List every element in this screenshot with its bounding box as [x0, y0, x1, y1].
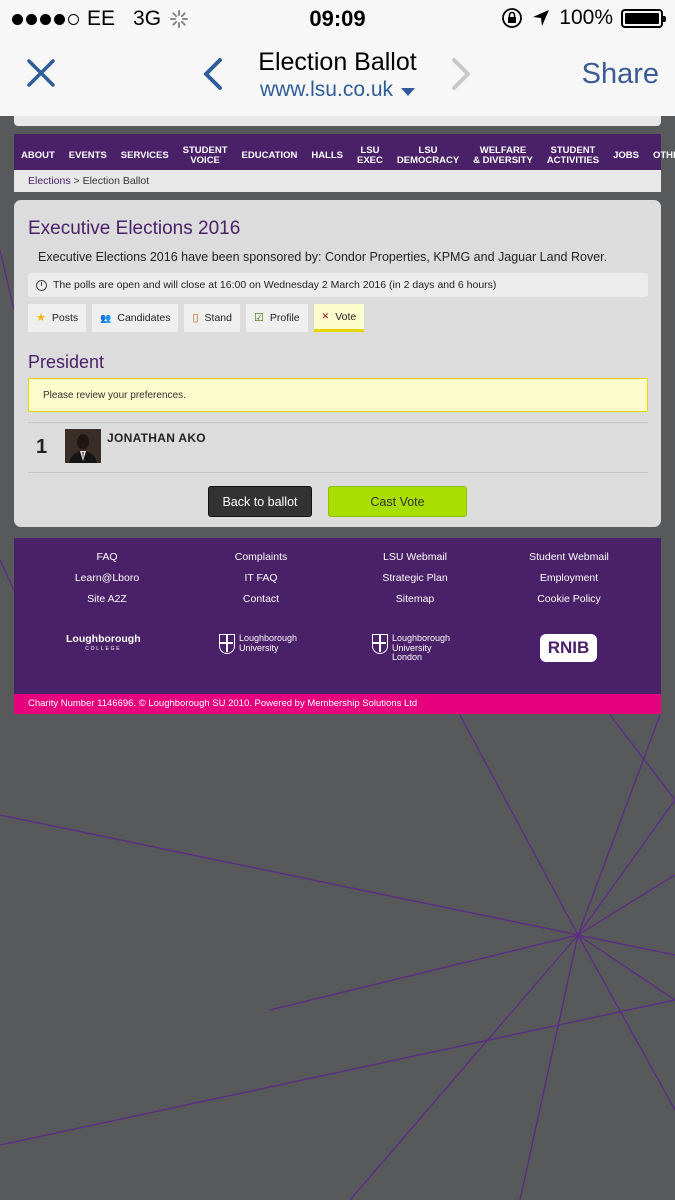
loughborough-university-logo[interactable]: Loughborough University [219, 633, 298, 654]
tab-stand[interactable]: ▯ Stand [184, 304, 240, 332]
url-label: www.lsu.co.uk [259, 78, 394, 101]
tab-label: Vote [335, 310, 357, 323]
loughborough-university-london-logo[interactable]: Loughborough University London [372, 633, 451, 663]
header-strip [14, 116, 661, 126]
tab-profile[interactable]: ☑ Profile [246, 304, 308, 332]
preference-number: 1 [36, 436, 48, 458]
nav-item-about[interactable]: ABOUT [14, 151, 62, 161]
election-title: Executive Elections 2016 [28, 218, 241, 239]
logo-text: University [239, 642, 279, 653]
footer-links: FAQ Learn@Lboro Site A2Z Complaints IT F… [14, 551, 661, 605]
divider [28, 472, 648, 473]
nav-item-welfare-diversity[interactable]: WELFARE & DIVERSITY [466, 146, 540, 166]
location-arrow-icon [533, 10, 550, 26]
shield-icon [219, 634, 235, 654]
status-bar: EE 3G 09:09 100% [0, 0, 675, 38]
tab-posts[interactable]: ★ Posts [28, 304, 87, 332]
site-footer: FAQ Learn@Lboro Site A2Z Complaints IT F… [14, 538, 661, 714]
footer-link[interactable]: Cookie Policy [537, 593, 601, 605]
cast-vote-button[interactable]: Cast Vote [328, 486, 467, 517]
chevron-down-icon [401, 87, 416, 96]
review-notice: Please review your preferences. [28, 378, 648, 412]
nav-item-events[interactable]: EVENTS [62, 151, 114, 161]
tab-label: Posts [51, 312, 79, 324]
loughborough-college-logo[interactable]: Loughborough COLLEGE [66, 633, 141, 654]
back-to-ballot-button[interactable]: Back to ballot [208, 486, 312, 517]
footer-link[interactable]: Strategic Plan [382, 572, 447, 584]
ballot-icon: ✕ [321, 311, 330, 321]
logo-subtext: COLLEGE [85, 645, 122, 652]
logo-text: London [392, 652, 423, 662]
logo-text: Loughborough [239, 633, 298, 643]
nav-item-student-activities[interactable]: STUDENT ACTIVITIES [540, 146, 606, 166]
browser-header: Election Ballot www.lsu.co.uk Share [0, 38, 675, 116]
charity-notice: Charity Number 1146696. © Loughborough S… [14, 694, 661, 714]
footer-link[interactable]: Contact [243, 593, 279, 605]
logo-text: University [392, 642, 432, 653]
footer-link[interactable]: Site A2Z [87, 593, 127, 605]
nav-item-jobs[interactable]: JOBS [606, 151, 646, 161]
battery-percent: 100% [559, 6, 613, 29]
star-icon: ★ [36, 311, 46, 324]
footer-link[interactable]: Sitemap [396, 593, 435, 605]
shield-icon [372, 634, 388, 654]
breadcrumb-current: Election Ballot [82, 175, 150, 187]
breadcrumb-link-elections[interactable]: Elections [28, 175, 71, 187]
page-title: Election Ballot [258, 48, 417, 76]
nav-item-lsu-exec[interactable]: LSU EXEC [350, 146, 390, 166]
nav-item-services[interactable]: SERVICES [114, 151, 176, 161]
nav-item-halls[interactable]: HALLS [304, 151, 350, 161]
nav-item-student-voice[interactable]: STUDENT VOICE [176, 146, 235, 166]
logo-text: Loughborough [66, 633, 141, 645]
breadcrumb-separator: > [73, 175, 80, 187]
nav-item-lsu-democracy[interactable]: LSU DEMOCRACY [390, 146, 466, 166]
url-dropdown[interactable]: www.lsu.co.uk [230, 78, 445, 102]
partner-logos: Loughborough COLLEGE Loughborough Univer… [14, 632, 661, 672]
election-tabs: ★ Posts 👥 Candidates ▯ Stand ☑ Profile ✕… [28, 304, 365, 332]
sponsor-text: Executive Elections 2016 have been spons… [38, 250, 608, 264]
polls-text: The polls are open and will close at 16:… [53, 279, 497, 291]
footer-link[interactable]: FAQ [96, 551, 117, 563]
footer-link[interactable]: LSU Webmail [383, 551, 447, 563]
nav-item-education[interactable]: EDUCATION [235, 151, 305, 161]
tab-vote[interactable]: ✕ Vote [313, 304, 365, 332]
clipboard-icon: ▯ [192, 311, 199, 324]
share-button[interactable]: Share [582, 58, 659, 91]
footer-link[interactable]: IT FAQ [244, 572, 277, 584]
footer-link[interactable]: Employment [540, 572, 598, 584]
tab-candidates[interactable]: 👥 Candidates [92, 304, 179, 332]
rnib-logo[interactable]: RNIB [540, 634, 597, 662]
footer-link[interactable]: Learn@Lboro [75, 572, 139, 584]
ballot-card: Executive Elections 2016 Executive Elect… [14, 200, 661, 527]
clock-icon [36, 279, 47, 291]
battery-icon [621, 8, 666, 28]
rotation-lock-icon [502, 8, 523, 28]
forward-chevron-icon [452, 58, 470, 90]
tab-label: Profile [269, 312, 300, 324]
footer-link[interactable]: Complaints [235, 551, 288, 563]
checkbox-icon: ☑ [254, 311, 264, 324]
close-icon[interactable] [24, 56, 58, 90]
candidate-photo [65, 429, 101, 463]
tab-label: Stand [204, 312, 232, 324]
breadcrumb: Elections > Election Ballot [14, 170, 661, 192]
polls-status: The polls are open and will close at 16:… [28, 273, 648, 297]
divider [28, 422, 648, 423]
people-icon: 👥 [100, 312, 112, 323]
candidate-name: JONATHAN AKO [107, 431, 206, 445]
logo-text: Loughborough [392, 633, 451, 643]
tab-label: Candidates [117, 312, 171, 324]
post-heading: President [28, 352, 105, 372]
footer-link[interactable]: Student Webmail [529, 551, 609, 563]
back-chevron-icon[interactable] [200, 56, 226, 92]
nav-item-other[interactable]: OTHER [646, 151, 675, 161]
